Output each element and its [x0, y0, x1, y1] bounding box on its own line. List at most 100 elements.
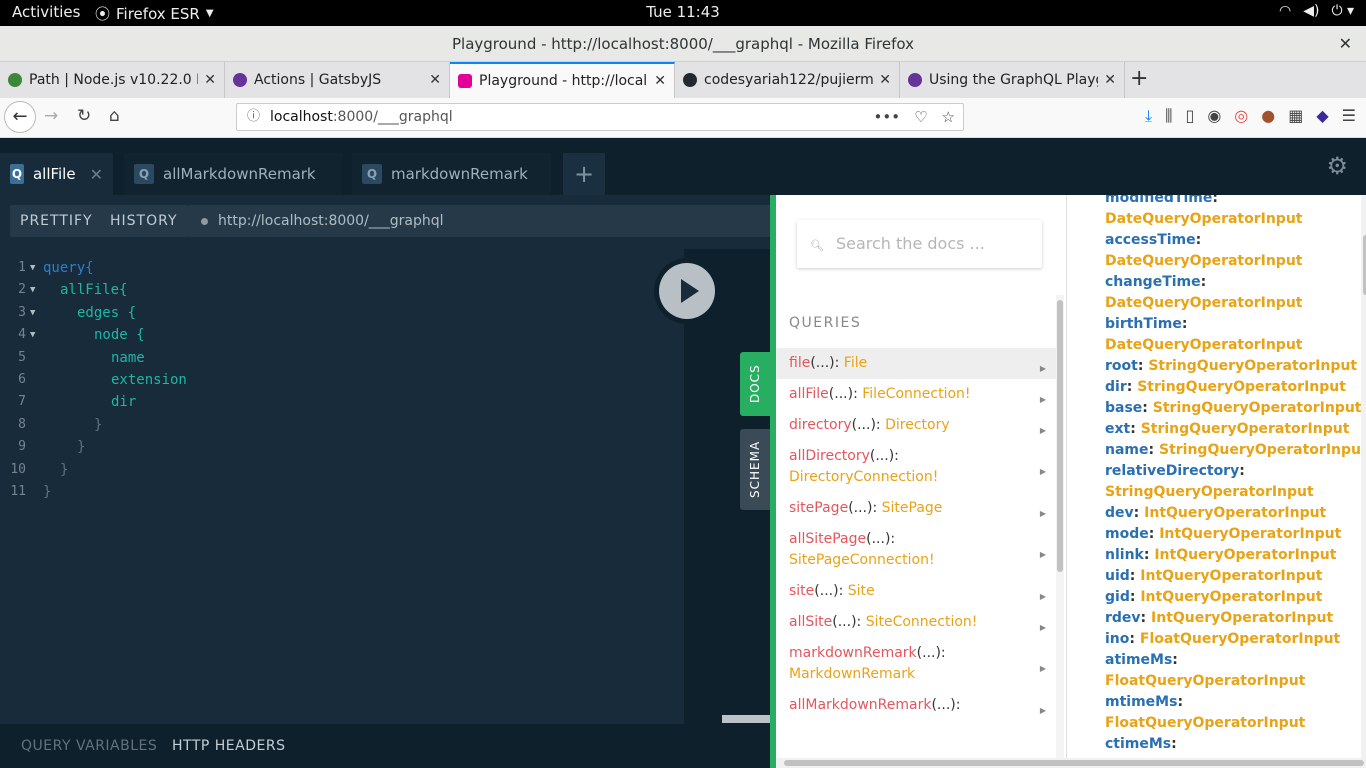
docs-horizontal-scrollbar[interactable] [776, 758, 1366, 768]
query-variables-tab[interactable]: QUERY VARIABLES [21, 724, 157, 768]
field-item[interactable]: relativeDirectory: [1073, 461, 1363, 482]
docs-scrollbar[interactable] [1056, 295, 1064, 768]
field-type-line[interactable]: FloatQueryOperatorInput [1073, 713, 1363, 734]
query-item[interactable]: allMarkdownRemark(...): ▶ [776, 690, 1056, 721]
field-item[interactable]: base: StringQueryOperatorInput [1073, 398, 1363, 419]
field-type[interactable]: StringQueryOperatorInput [1153, 400, 1362, 416]
browser-tab[interactable]: codesyariah122/pujierma ✕ [675, 62, 900, 98]
field-type[interactable]: DateQueryOperatorInput [1105, 295, 1303, 311]
field-type[interactable]: FloatQueryOperatorInput [1140, 631, 1340, 647]
fold-arrow-icon[interactable]: ▼ [30, 257, 35, 279]
url-bar[interactable]: ⓘ localhost:8000/___graphql ••• ♡ ☆ [236, 103, 964, 131]
fold-arrow-icon[interactable]: ▼ [30, 302, 35, 324]
browser-tab[interactable]: Actions | GatsbyJS ✕ [225, 62, 450, 98]
http-headers-tab[interactable]: HTTP HEADERS [172, 724, 285, 768]
field-item[interactable]: dev: IntQueryOperatorInput [1073, 503, 1363, 524]
editor-line[interactable]: 3 ▼ edges { [0, 302, 680, 324]
close-tab-icon[interactable]: ✕ [204, 72, 216, 88]
field-item[interactable]: nlink: IntQueryOperatorInput [1073, 545, 1363, 566]
reload-button[interactable]: ↻ [77, 106, 91, 126]
field-type[interactable]: DateQueryOperatorInput [1105, 337, 1303, 353]
editor-line[interactable]: 8} [0, 414, 680, 436]
field-item[interactable]: accessTime: [1073, 230, 1363, 251]
query-item[interactable]: file(...): File ▶ [776, 348, 1056, 379]
field-item[interactable]: root: StringQueryOperatorInput [1073, 356, 1363, 377]
close-tab-icon[interactable]: ✕ [879, 72, 891, 88]
prettify-button[interactable]: PRETTIFY [10, 205, 103, 237]
field-item[interactable]: ext: StringQueryOperatorInput [1073, 419, 1363, 440]
field-item[interactable]: mtimeMs: [1073, 692, 1363, 713]
query-item[interactable]: site(...): Site ▶ [776, 576, 1056, 607]
docs-search-input[interactable] [835, 234, 1036, 253]
editor-line[interactable]: 10} [0, 459, 680, 481]
query-item[interactable]: allSite(...): SiteConnection! ▶ [776, 607, 1056, 638]
field-type-line[interactable]: StringQueryOperatorInput [1073, 482, 1363, 503]
field-type[interactable]: StringQueryOperatorInput [1105, 484, 1314, 500]
close-tab-icon[interactable]: ✕ [429, 72, 441, 88]
close-tab-icon[interactable]: ✕ [654, 73, 666, 89]
extension-purple-icon[interactable]: ◆ [1316, 106, 1328, 126]
field-item[interactable]: atimeMs: [1073, 650, 1363, 671]
query-item[interactable]: markdownRemark(...): MarkdownRemark ▶ [776, 638, 1056, 690]
download-icon[interactable]: ⤓ [1145, 106, 1152, 126]
field-item[interactable]: gid: IntQueryOperatorInput [1073, 587, 1363, 608]
editor-line[interactable]: 4 ▼ node { [0, 324, 680, 346]
editor-line[interactable]: 5 name [0, 347, 680, 369]
query-item[interactable]: allSitePage(...): SitePageConnection! ▶ [776, 524, 1056, 576]
query-item[interactable]: allFile(...): FileConnection! ▶ [776, 379, 1056, 410]
browser-tab-active[interactable]: Playground - http://localh ✕ [450, 62, 675, 98]
query-editor[interactable]: 1 ▼ query{2 ▼ allFile{3 ▼ edges {4 ▼ node {5 name… [0, 249, 684, 724]
new-tab-button[interactable]: + [1130, 66, 1148, 91]
extension-red-icon[interactable]: ◎ [1234, 106, 1248, 126]
editor-line[interactable]: 6 extension [0, 369, 680, 391]
field-type[interactable]: IntQueryOperatorInput [1140, 589, 1322, 605]
scrollbar-thumb[interactable] [784, 760, 1364, 766]
field-type-line[interactable]: DateQueryOperatorInput [1073, 293, 1363, 314]
fold-arrow-icon[interactable]: ▼ [30, 279, 35, 301]
field-item[interactable]: name: StringQueryOperatorInput [1073, 440, 1363, 461]
site-info-icon[interactable]: ⓘ [247, 104, 260, 130]
editor-line[interactable]: 1 ▼ query{ [0, 257, 680, 279]
library-icon[interactable]: ⫼ [1165, 106, 1172, 126]
sidebar-icon[interactable]: ▯ [1186, 106, 1195, 126]
browser-tab[interactable]: Using the GraphQL Playg ✕ [900, 62, 1125, 98]
history-button[interactable]: HISTORY [100, 205, 188, 237]
add-tab-button[interactable]: + [563, 153, 605, 195]
field-type[interactable]: StringQueryOperatorInput [1159, 442, 1363, 458]
field-item[interactable]: ctimeMs: [1073, 734, 1363, 755]
bookmark-star-icon[interactable]: ☆ [942, 104, 955, 130]
field-type[interactable]: StringQueryOperatorInput [1148, 358, 1357, 374]
cookie-icon[interactable]: ● [1261, 106, 1275, 126]
playground-tab-active[interactable]: Q allFile ✕ [0, 153, 113, 195]
query-item[interactable]: allDirectory(...): DirectoryConnection! ▶ [776, 441, 1056, 493]
field-type[interactable]: IntQueryOperatorInput [1144, 505, 1326, 521]
field-type-line[interactable]: DateQueryOperatorInput [1073, 335, 1363, 356]
field-item[interactable]: uid: IntQueryOperatorInput [1073, 566, 1363, 587]
settings-gear-icon[interactable]: ⚙ [1326, 152, 1348, 180]
field-type[interactable]: IntQueryOperatorInput [1140, 568, 1322, 584]
field-item[interactable]: mode: IntQueryOperatorInput [1073, 524, 1363, 545]
endpoint-input[interactable]: http://localhost:8000/___graphql [188, 205, 788, 237]
field-type[interactable]: DateQueryOperatorInput [1105, 253, 1303, 269]
type-fields-scrollbar[interactable] [1361, 195, 1366, 768]
fold-arrow-icon[interactable]: ▼ [30, 324, 35, 346]
system-tray[interactable]: ◠ ◀) ⏻ ▾ [1279, 3, 1354, 19]
field-type[interactable]: StringQueryOperatorInput [1137, 379, 1346, 395]
field-item[interactable]: ino: FloatQueryOperatorInput [1073, 629, 1363, 650]
scrollbar-thumb[interactable] [1057, 300, 1063, 572]
pocket-icon[interactable]: ♡ [914, 104, 927, 130]
editor-line[interactable]: 7 dir [0, 391, 680, 413]
query-item[interactable]: directory(...): Directory ▶ [776, 410, 1056, 441]
account-icon[interactable]: ◉ [1207, 106, 1221, 126]
schema-tab[interactable]: SCHEMA [740, 429, 770, 510]
hamburger-menu-icon[interactable]: ☰ [1342, 106, 1356, 126]
forward-button[interactable]: → [44, 106, 58, 126]
field-type[interactable]: IntQueryOperatorInput [1154, 547, 1336, 563]
field-type[interactable]: IntQueryOperatorInput [1151, 610, 1333, 626]
results-scrollbar[interactable] [722, 715, 770, 723]
back-button[interactable]: ← [4, 101, 36, 133]
field-type-line[interactable]: DateQueryOperatorInput [1073, 251, 1363, 272]
playground-tab[interactable]: Q markdownRemark [352, 153, 551, 195]
close-window-button[interactable]: ✕ [1339, 26, 1352, 62]
field-item[interactable]: changeTime: [1073, 272, 1363, 293]
